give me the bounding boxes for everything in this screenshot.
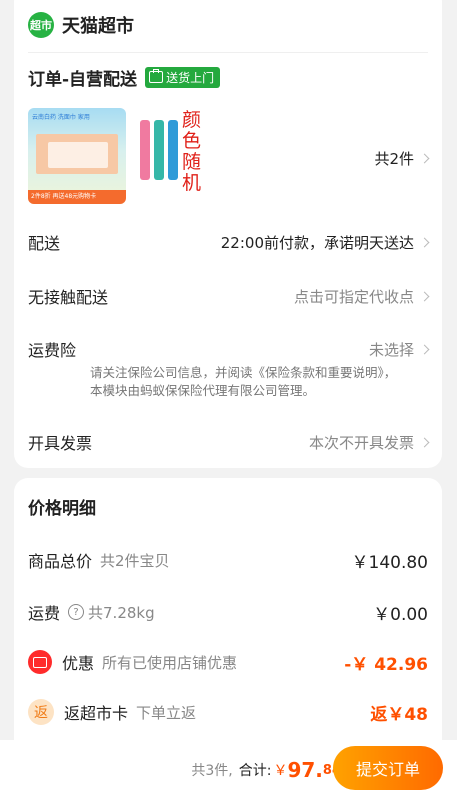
store-logo-icon: 超市 [28, 12, 54, 38]
checkout-bar: 共3件, 合计: ￥ 97. 84 提交订单 [0, 740, 457, 800]
item-count[interactable]: 共2件 [374, 148, 430, 169]
order-total: 共3件, 合计: ￥ 97. 84 [191, 740, 341, 800]
coupon-icon [28, 650, 52, 674]
insurance-note: 请关注保险公司信息，并阅读《保险条款和重要说明》，本模块由蚂蚁保保险代理有限公司… [90, 365, 397, 398]
total-amount-main: 97. [287, 758, 323, 782]
random-color-label: 颜色随机 [182, 109, 202, 194]
insurance-value: 未选择 [368, 339, 430, 360]
goods-count: 共2件宝贝 [100, 551, 170, 570]
total-label: 合计: [238, 763, 272, 779]
invoice-value: 本次不开具发票 [308, 432, 430, 453]
toothbrush-graphic [154, 120, 164, 180]
price-detail-title: 价格明细 [28, 499, 96, 519]
discount-desc: 所有已使用店铺优惠 [102, 653, 238, 672]
divider [28, 52, 428, 53]
toothbrush-graphic [168, 120, 178, 180]
chevron-right-icon [419, 344, 430, 354]
store-header[interactable]: 超市 天猫超市 [28, 12, 134, 38]
help-icon[interactable]: ? [68, 604, 85, 620]
product-image-tissue: 云南白药 洗面巾 家用 2件8折 再送48元购物卡 [28, 108, 126, 204]
rebate-desc: 下单立返 [136, 703, 197, 722]
rebate-amount: 返￥48 [370, 704, 428, 725]
delivery-value-text: 22:00前付款，承诺明天送达 [220, 233, 414, 252]
contactless-row[interactable]: 无接触配送 点击可指定代收点 [28, 284, 430, 308]
delivery-badge-icon [149, 69, 164, 83]
invoice-row[interactable]: 开具发票 本次不开具发票 [28, 430, 430, 454]
product-image-caption: 云南白药 洗面巾 家用 [32, 114, 90, 121]
delivery-badge: 送货上门 [145, 66, 221, 88]
order-header: 订单-自营配送 送货上门 [28, 64, 221, 90]
order-card: 超市 天猫超市 订单-自营配送 送货上门 云南白药 洗面巾 家用 2件8折 再送… [14, 0, 442, 468]
goods-total-amount: ￥140.80 [351, 552, 428, 573]
chevron-right-icon [419, 437, 430, 447]
invoice-value-text: 本次不开具发票 [308, 433, 414, 452]
product-promo-strip: 2件8折 再送48元购物卡 [28, 190, 126, 204]
discount-label: 优惠 [62, 654, 95, 673]
delivery-value: 22:00前付款，承诺明天送达 [220, 232, 430, 253]
toothbrush-graphic [140, 120, 150, 180]
insurance-row[interactable]: 运费险 未选择 [28, 337, 430, 361]
item-count-label: 共2件 [374, 150, 414, 168]
total-currency: ￥ [273, 763, 288, 779]
shipping-label: 运费 [28, 604, 61, 623]
chevron-right-icon [419, 291, 430, 301]
rebate-label: 返超市卡 [64, 704, 129, 723]
shipping-row: 运费 ? 共7.28kg ￥0.00 [28, 600, 428, 625]
rebate-icon: 返 [28, 699, 54, 725]
goods-total-row: 商品总价 共2件宝贝 ￥140.80 [28, 548, 428, 573]
chevron-right-icon [419, 153, 430, 164]
goods-total-label: 商品总价 [28, 552, 93, 571]
invoice-label: 开具发票 [28, 434, 93, 453]
submit-order-button[interactable]: 提交订单 [333, 746, 443, 790]
price-detail-card: 价格明细 商品总价 共2件宝贝 ￥140.80 运费 ? 共7.28kg ￥0.… [14, 478, 442, 740]
rebate-row[interactable]: 返 返超市卡 下单立返 返￥48 [28, 699, 428, 725]
discount-amount: -￥ 42.96 [344, 654, 428, 675]
order-title: 订单-自营配送 [28, 69, 138, 90]
delivery-row[interactable]: 配送 22:00前付款，承诺明天送达 [28, 230, 430, 254]
total-count: 共3件, [191, 763, 233, 779]
product-package-graphic [48, 142, 108, 168]
contactless-label: 无接触配送 [28, 288, 109, 307]
delivery-label: 配送 [28, 234, 61, 253]
shipping-weight: 共7.28kg [88, 603, 155, 622]
product-thumbnails[interactable]: 云南白药 洗面巾 家用 2件8折 再送48元购物卡 颜色随机 [28, 108, 222, 204]
chevron-right-icon [419, 237, 430, 247]
contactless-value: 点击可指定代收点 [293, 286, 430, 307]
shipping-amount: ￥0.00 [373, 604, 428, 625]
product-image-toothbrush: 颜色随机 [136, 108, 222, 204]
store-name: 天猫超市 [62, 16, 134, 37]
discount-row[interactable]: 优惠 所有已使用店铺优惠 -￥ 42.96 [28, 650, 428, 675]
contactless-value-text: 点击可指定代收点 [293, 287, 414, 306]
insurance-value-text: 未选择 [368, 340, 414, 359]
delivery-badge-label: 送货上门 [166, 70, 215, 85]
insurance-label: 运费险 [28, 341, 77, 360]
